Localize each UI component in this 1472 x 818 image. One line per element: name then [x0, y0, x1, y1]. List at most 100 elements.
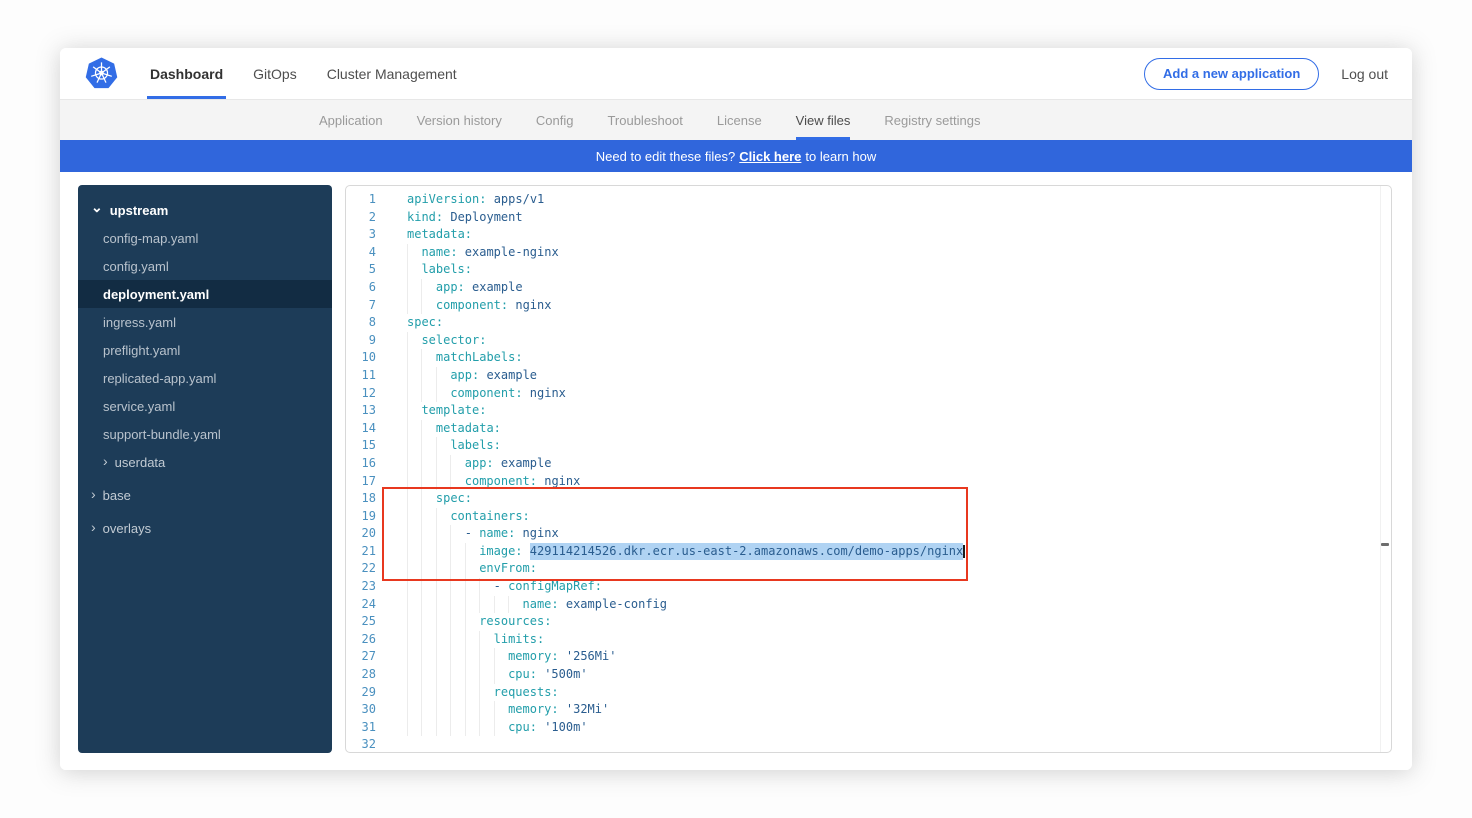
indent-guide: [465, 684, 479, 702]
code-text: containers:: [407, 508, 530, 526]
indent-guide: [407, 490, 421, 508]
line-number: 10: [346, 349, 376, 367]
chevron-right-icon: ›: [91, 486, 96, 502]
code-segment: example: [494, 455, 552, 473]
code-segment: app:: [450, 367, 479, 385]
tab-license[interactable]: License: [700, 100, 779, 140]
tab-config[interactable]: Config: [519, 100, 591, 140]
file-support-bundle-yaml[interactable]: support-bundle.yaml: [78, 420, 332, 448]
tab-troubleshoot[interactable]: Troubleshoot: [590, 100, 699, 140]
code-segment: envFrom:: [479, 560, 537, 578]
code-line: 10matchLabels:: [346, 349, 1391, 367]
indent-guide: [494, 648, 508, 666]
indent-guide: [407, 666, 421, 684]
add-application-button[interactable]: Add a new application: [1144, 58, 1319, 90]
file-label: support-bundle.yaml: [103, 427, 221, 442]
indent-guide: [436, 596, 450, 614]
code-text: limits:: [407, 631, 544, 649]
indent-guide: [450, 648, 464, 666]
code-text: labels:: [407, 437, 501, 455]
editor-scrollbar[interactable]: [1380, 186, 1381, 752]
edit-files-banner: Need to edit these files? Click here to …: [60, 140, 1412, 172]
file-config-map-yaml[interactable]: config-map.yaml: [78, 224, 332, 252]
file-config-yaml[interactable]: config.yaml: [78, 252, 332, 280]
tab-registry-settings[interactable]: Registry settings: [867, 100, 997, 140]
indent-guide: [508, 596, 522, 614]
code-lines: 1apiVersion: apps/v12kind: Deployment3me…: [346, 191, 1391, 753]
folder-overlays[interactable]: ›overlays: [78, 514, 332, 542]
folder-userdata[interactable]: ›userdata: [78, 448, 332, 476]
code-segment: nginx: [508, 297, 551, 315]
indent-guide: [421, 613, 435, 631]
code-segment: -: [494, 578, 508, 596]
code-line: 13template:: [346, 402, 1391, 420]
code-line: 21image: 429114214526.dkr.ecr.us-east-2.…: [346, 543, 1391, 561]
indent-guide: [494, 701, 508, 719]
indent-guide: [479, 666, 493, 684]
file-deployment-yaml[interactable]: deployment.yaml: [78, 280, 332, 308]
line-number: 13: [346, 402, 376, 420]
code-segment: example-nginx: [458, 244, 559, 262]
indent-guide: [450, 525, 464, 543]
tab-label: View files: [796, 100, 851, 140]
code-editor[interactable]: 1apiVersion: apps/v12kind: Deployment3me…: [345, 185, 1392, 753]
line-number: 2: [346, 209, 376, 227]
code-line: 4name: example-nginx: [346, 244, 1391, 262]
indent-guide: [436, 560, 450, 578]
code-text: cpu: '500m': [407, 666, 588, 684]
tab-label: Registry settings: [884, 100, 980, 140]
code-text: requests:: [407, 684, 559, 702]
indent-guide: [465, 631, 479, 649]
indent-guide: [465, 613, 479, 631]
folder-upstream[interactable]: ⌄upstream: [78, 196, 332, 224]
indent-guide: [450, 543, 464, 561]
line-number: 23: [346, 578, 376, 596]
indent-guide: [436, 455, 450, 473]
nav-item-dashboard[interactable]: Dashboard: [135, 48, 238, 99]
tab-application[interactable]: Application: [302, 100, 400, 140]
indent-guide: [494, 666, 508, 684]
indent-guide: [479, 701, 493, 719]
tab-view-files[interactable]: View files: [779, 100, 868, 140]
indent-guide: [407, 455, 421, 473]
nav-item-gitops[interactable]: GitOps: [238, 48, 312, 99]
code-segment: cpu:: [508, 666, 537, 684]
indent-guide: [421, 525, 435, 543]
code-segment: spec:: [436, 490, 472, 508]
indent-guide: [421, 437, 435, 455]
logout-link[interactable]: Log out: [1341, 66, 1388, 82]
code-segment: name:: [479, 525, 515, 543]
code-segment: memory:: [508, 648, 559, 666]
line-number: 29: [346, 684, 376, 702]
line-number: 14: [346, 420, 376, 438]
text-cursor: [963, 545, 965, 558]
code-text: image: 429114214526.dkr.ecr.us-east-2.am…: [407, 543, 965, 561]
tab-version-history[interactable]: Version history: [400, 100, 519, 140]
indent-guide: [465, 596, 479, 614]
indent-guide: [421, 701, 435, 719]
indent-guide: [436, 613, 450, 631]
file-ingress-yaml[interactable]: ingress.yaml: [78, 308, 332, 336]
line-number: 25: [346, 613, 376, 631]
indent-guide: [465, 648, 479, 666]
code-segment: image:: [479, 543, 522, 561]
indent-guide: [450, 455, 464, 473]
indent-guide: [407, 437, 421, 455]
tab-label: License: [717, 100, 762, 140]
indent-guide: [436, 385, 450, 403]
click-here-link[interactable]: Click here: [739, 149, 801, 164]
code-text: - name: nginx: [407, 525, 559, 543]
file-service-yaml[interactable]: service.yaml: [78, 392, 332, 420]
file-preflight-yaml[interactable]: preflight.yaml: [78, 336, 332, 364]
code-segment: memory:: [508, 701, 559, 719]
code-segment: [523, 543, 530, 561]
indent-guide: [436, 684, 450, 702]
line-number: 28: [346, 666, 376, 684]
folder-base[interactable]: ›base: [78, 481, 332, 509]
code-segment: '100m': [537, 719, 588, 737]
file-replicated-app-yaml[interactable]: replicated-app.yaml: [78, 364, 332, 392]
nav-item-cluster-management[interactable]: Cluster Management: [312, 48, 472, 99]
code-line: 6app: example: [346, 279, 1391, 297]
code-segment: labels:: [421, 261, 472, 279]
indent-guide: [421, 279, 435, 297]
